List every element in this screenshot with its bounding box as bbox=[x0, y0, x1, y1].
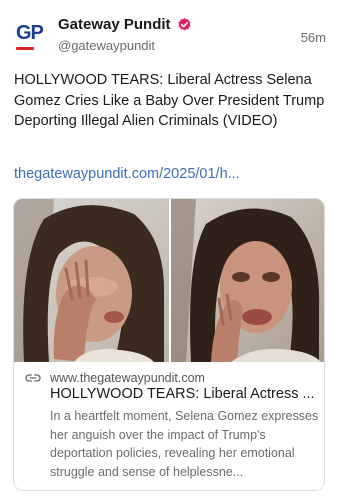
video-still-left bbox=[14, 199, 169, 362]
video-still-right bbox=[171, 199, 324, 362]
name-row: Gateway Pundit bbox=[58, 16, 192, 33]
avatar-logo-text: GP bbox=[16, 22, 44, 44]
post-header: GP Gateway Pundit @gatewaypundit 56m bbox=[14, 14, 326, 58]
card-title: HOLLYWOOD TEARS: Liberal Actress ... bbox=[50, 386, 315, 402]
post[interactable]: GP Gateway Pundit @gatewaypundit 56m HOL… bbox=[0, 0, 338, 500]
avatar[interactable]: GP bbox=[14, 20, 44, 50]
video-still-right-image bbox=[171, 199, 324, 362]
timestamp[interactable]: 56m bbox=[301, 30, 326, 45]
card-media[interactable] bbox=[14, 199, 324, 362]
card-info[interactable]: www.thegatewaypundit.com HOLLYWOOD TEARS… bbox=[14, 365, 324, 490]
display-name[interactable]: Gateway Pundit bbox=[58, 16, 171, 33]
avatar-logo-underline bbox=[16, 47, 34, 50]
verified-badge-icon bbox=[178, 17, 191, 31]
post-link[interactable]: thegatewaypundit.com/2025/01/h... bbox=[14, 166, 240, 182]
post-text: HOLLYWOOD TEARS: Liberal Actress Selena … bbox=[14, 72, 325, 129]
handle[interactable]: @gatewaypundit bbox=[58, 38, 155, 53]
link-preview-card[interactable]: www.thegatewaypundit.com HOLLYWOOD TEARS… bbox=[13, 198, 325, 491]
card-domain: www.thegatewaypundit.com bbox=[50, 371, 205, 385]
card-description: In a heartfelt moment, Selena Gomez expr… bbox=[50, 409, 319, 479]
link-icon bbox=[25, 374, 41, 382]
video-still-left-image bbox=[14, 199, 169, 362]
